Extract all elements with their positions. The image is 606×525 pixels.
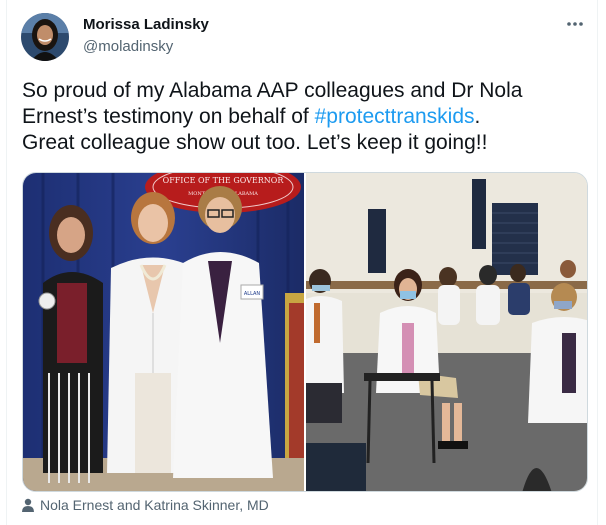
person-icon bbox=[22, 498, 34, 512]
avatar[interactable] bbox=[21, 13, 69, 61]
tagged-people[interactable]: Nola Ernest and Katrina Skinner, MD bbox=[22, 497, 269, 513]
avatar-photo bbox=[21, 13, 69, 61]
more-dots-icon bbox=[567, 22, 583, 26]
tweet-line-2: Ernest’s testimony on behalf of #protect… bbox=[22, 104, 582, 130]
seal-text-top: OFFICE OF THE GOVERNOR bbox=[163, 176, 285, 185]
tweet-line-2-prefix: Ernest’s testimony on behalf of bbox=[22, 105, 315, 128]
photo-hearing-room[interactable] bbox=[306, 173, 587, 491]
tweet-line-2-suffix: . bbox=[474, 105, 481, 128]
group-portrait-image: OFFICE OF THE GOVERNOR MONTGOMERY, ALABA… bbox=[23, 173, 304, 491]
author-name[interactable]: Morissa Ladinsky bbox=[83, 16, 209, 33]
hashtag-link[interactable]: #protecttranskids bbox=[315, 105, 475, 128]
tweet-line-1: So proud of my Alabama AAP colleagues an… bbox=[22, 79, 523, 102]
tweet-card: Morissa Ladinsky @moladinsky So proud of… bbox=[6, 0, 598, 525]
more-options-button[interactable] bbox=[563, 12, 587, 36]
tagged-people-text: Nola Ernest and Katrina Skinner, MD bbox=[40, 497, 269, 513]
tweet-line-3: Great colleague show out too. Let’s keep… bbox=[22, 131, 488, 154]
badge-text: ALLAN bbox=[244, 291, 261, 297]
tweet-text: So proud of my Alabama AAP colleagues an… bbox=[22, 78, 582, 156]
photo-group-portrait[interactable]: OFFICE OF THE GOVERNOR MONTGOMERY, ALABA… bbox=[23, 173, 304, 491]
hearing-room-image bbox=[306, 173, 587, 491]
media-grid: OFFICE OF THE GOVERNOR MONTGOMERY, ALABA… bbox=[22, 172, 588, 492]
author-handle[interactable]: @moladinsky bbox=[83, 38, 173, 55]
